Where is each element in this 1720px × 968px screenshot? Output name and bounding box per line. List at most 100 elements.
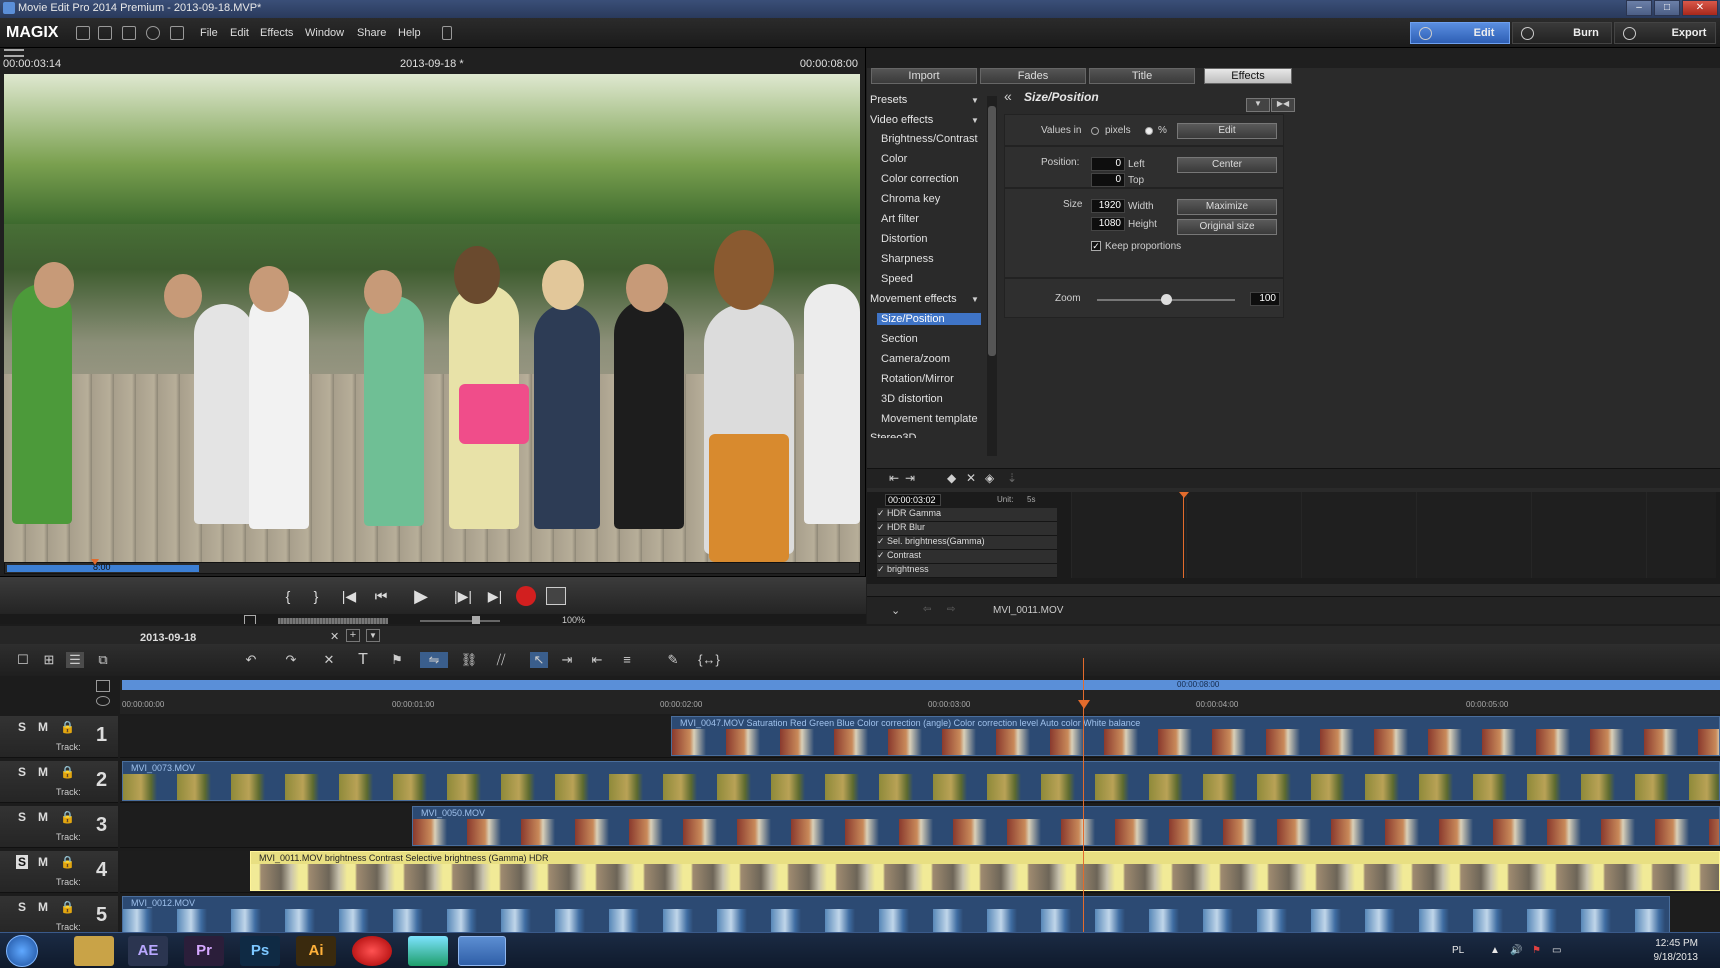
menu-window[interactable]: Window (305, 27, 344, 39)
left-input[interactable]: 0 (1091, 157, 1125, 171)
redo-icon[interactable]: ↷ (282, 652, 300, 668)
prev-marker-icon[interactable]: |◀ (336, 585, 362, 607)
width-input[interactable]: 1920 (1091, 199, 1125, 213)
maximize-button[interactable]: Maximize (1177, 199, 1277, 215)
scene-overview-icon[interactable]: ⊞ (40, 652, 58, 668)
zoom-slider-thumb[interactable] (1161, 294, 1172, 305)
effect-sharpness[interactable]: Sharpness (881, 253, 934, 265)
multicam-icon[interactable]: ⧉ (94, 652, 112, 668)
dropdown-icon[interactable]: ▼ (1246, 98, 1270, 112)
explorer-icon[interactable] (74, 936, 114, 966)
delete-keyframe-icon[interactable]: ✕ (966, 471, 976, 485)
back-chevron-icon[interactable]: « (1004, 88, 1012, 104)
keyframe-row[interactable]: ✓ HDR Blur (877, 522, 1057, 536)
mode-export-button[interactable]: Export (1614, 22, 1716, 44)
menu-share[interactable]: Share (357, 27, 386, 39)
mute-button[interactable]: M (38, 855, 48, 869)
solo-button[interactable]: S (18, 900, 26, 914)
trim-icon[interactable]: ⇥ (558, 652, 576, 668)
lock-icon[interactable]: 🔒 (60, 855, 75, 869)
stereo3d-header[interactable]: Stereo3D (870, 432, 916, 438)
chevron-down-icon[interactable]: ▼ (971, 295, 979, 304)
mute-button[interactable]: M (38, 765, 48, 779)
keyframe-row[interactable]: ✓ brightness (877, 564, 1057, 578)
effect-camera-zoom[interactable]: Camera/zoom (881, 353, 950, 365)
next-marker-icon[interactable]: ▶| (482, 585, 508, 607)
play-button[interactable]: ▶ (408, 585, 434, 607)
original-size-button[interactable]: Original size (1177, 219, 1277, 235)
effect-movement-template[interactable]: Movement template (881, 413, 978, 425)
premiere-icon[interactable]: Pr (184, 936, 224, 966)
fit-icon[interactable]: ▶◀ (1271, 98, 1295, 112)
top-input[interactable]: 0 (1091, 173, 1125, 187)
collapse-icon[interactable]: ⌄ (891, 604, 900, 617)
unlink-icon[interactable]: ⧸⧸ (492, 652, 510, 668)
effect-section[interactable]: Section (881, 333, 918, 345)
effect-speed[interactable]: Speed (881, 273, 913, 285)
effect-size-position[interactable]: Size/Position (877, 313, 981, 325)
maximize-button[interactable]: □ (1654, 0, 1680, 16)
clip-mvi-0073[interactable]: MVI_0073.MOV (122, 761, 1720, 801)
group-icon[interactable]: ⇋ (420, 652, 448, 668)
minimize-button[interactable]: – (1626, 0, 1652, 16)
project-tab[interactable]: 2013-09-18 (140, 632, 196, 644)
lock-icon[interactable]: 🔒 (60, 720, 75, 734)
work-range-bar[interactable]: 00:00:08:00 (122, 680, 1720, 690)
ripple-icon[interactable]: ≡ (618, 652, 636, 668)
step-forward-icon[interactable]: |▶| (450, 585, 476, 607)
storyboard-mode-icon[interactable]: ☐ (14, 652, 32, 668)
mute-button[interactable]: M (38, 900, 48, 914)
keep-proportions-checkbox[interactable]: ✓ (1091, 241, 1101, 251)
percent-radio[interactable] (1145, 127, 1153, 135)
network-icon[interactable]: ▭ (1552, 945, 1561, 956)
volume-icon[interactable]: 🔊 (1510, 945, 1522, 956)
video-effects-header[interactable]: Video effects (870, 114, 933, 126)
keyframe-row[interactable]: ✓ Contrast (877, 550, 1057, 564)
magix-taskbar-icon[interactable] (458, 936, 506, 966)
preview-scrubber[interactable]: 8:00 (4, 559, 860, 574)
next-keyframe-icon[interactable]: ⇥ (905, 471, 915, 485)
solo-button[interactable]: S (18, 720, 26, 734)
settings-icon[interactable] (146, 26, 160, 40)
lock-icon[interactable]: 🔒 (60, 765, 75, 779)
keyframe-playhead-marker[interactable] (1179, 492, 1189, 498)
marker-icon[interactable]: ⚑ (388, 652, 406, 668)
lock-icon[interactable]: 🔒 (60, 900, 75, 914)
track-lane-3[interactable]: MVI_0050.MOV (120, 806, 1720, 848)
undo-icon[interactable]: ↶ (242, 652, 260, 668)
zoom-input[interactable]: 100 (1250, 292, 1280, 306)
open-icon[interactable] (98, 26, 112, 40)
forward-arrow-icon[interactable]: ⇨ (947, 604, 955, 615)
scrollbar-thumb[interactable] (988, 106, 996, 356)
track-lane-2[interactable]: MVI_0073.MOV (120, 761, 1720, 803)
tab-import[interactable]: Import (871, 68, 977, 84)
prev-keyframe-icon[interactable]: ⇤ (889, 471, 899, 485)
after-effects-icon[interactable]: AE (128, 936, 168, 966)
copy-keyframe-icon[interactable]: ◈ (985, 471, 994, 485)
solo-button[interactable]: S (16, 855, 29, 869)
clock-time[interactable]: 12:45 PM (1655, 938, 1698, 949)
keyframe-time[interactable]: 00:00:03:02 (885, 494, 941, 506)
scrub-playhead[interactable] (91, 559, 99, 565)
mouse-mode-icon[interactable]: ↖ (530, 652, 548, 668)
timeline-ruler[interactable]: 00:00:08:00 00:00:00:00 00:00:01:00 00:0… (120, 680, 1720, 714)
close-tab-icon[interactable]: ✕ (330, 630, 339, 643)
record-button[interactable] (516, 586, 536, 606)
movement-effects-header[interactable]: Movement effects (870, 293, 957, 305)
title-icon[interactable]: T (354, 652, 372, 668)
close-button[interactable]: ✕ (1682, 0, 1718, 16)
effect-3d-distortion[interactable]: 3D distortion (881, 393, 943, 405)
keyframe-timeline[interactable] (1071, 492, 1716, 578)
razor-icon[interactable]: ✎ (664, 652, 682, 668)
save-icon[interactable] (122, 26, 136, 40)
flag-icon[interactable]: ⚑ (1532, 945, 1541, 956)
link-icon[interactable]: ⛓ (460, 652, 478, 668)
track-lane-4[interactable]: MVI_0011.MOV brightness Contrast Selecti… (120, 851, 1720, 893)
illustrator-icon[interactable]: Ai (296, 936, 336, 966)
help-cursor-icon[interactable] (170, 26, 184, 40)
chevron-down-icon[interactable]: ▼ (971, 116, 979, 125)
solo-button[interactable]: S (18, 810, 26, 824)
opera-icon[interactable] (352, 936, 392, 966)
menu-file[interactable]: File (200, 27, 218, 39)
menu-edit[interactable]: Edit (230, 27, 249, 39)
